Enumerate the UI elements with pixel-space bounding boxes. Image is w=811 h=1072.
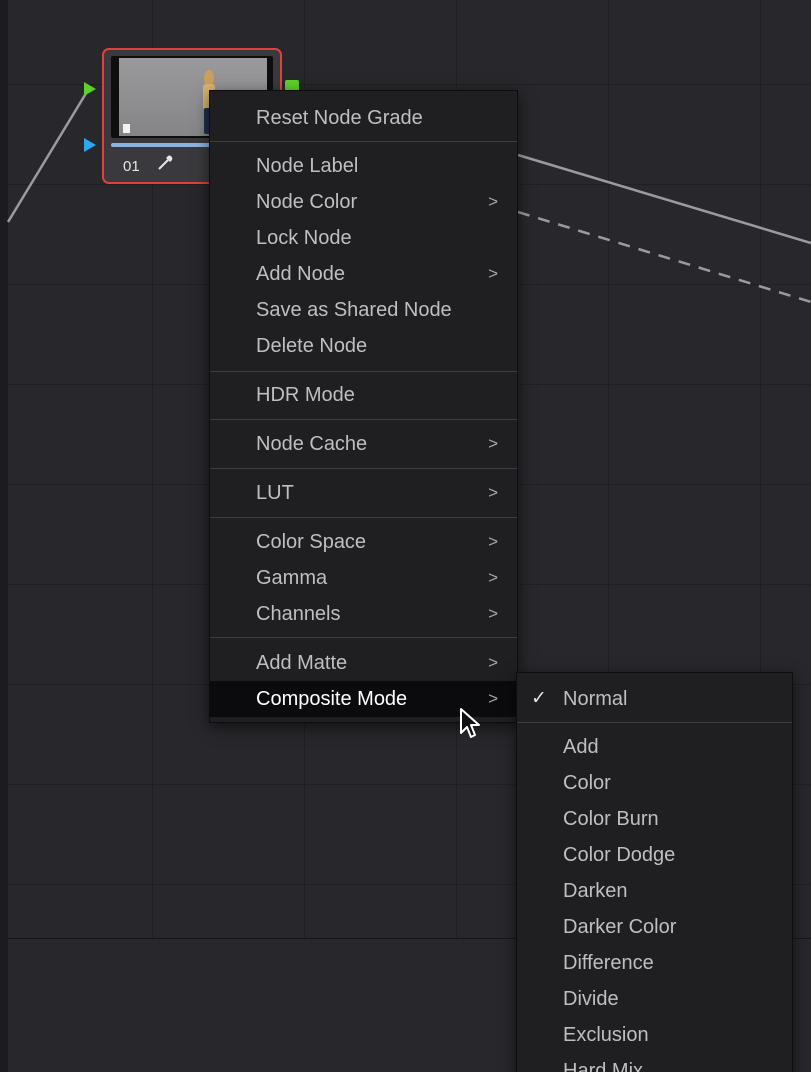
- chevron-right-icon: >: [488, 264, 498, 283]
- menu-item-label: Color Space: [256, 531, 367, 553]
- menu-item-label: Composite Mode: [256, 688, 408, 710]
- menu-divider: [210, 141, 517, 142]
- chevron-right-icon: >: [488, 604, 498, 623]
- menu-item-label: Save as Shared Node: [256, 299, 452, 321]
- node-rgb-input-port[interactable]: [84, 82, 96, 96]
- menu-item-add-matte[interactable]: Add Matte >: [210, 645, 517, 681]
- menu-item-delete-node[interactable]: Delete Node: [210, 328, 517, 364]
- submenu-item-hard-mix[interactable]: Hard Mix: [517, 1053, 792, 1072]
- menu-item-label: LUT: [256, 482, 294, 504]
- menu-item-label: Add Matte: [256, 652, 348, 674]
- chevron-right-icon: >: [488, 434, 498, 453]
- submenu-item-darker-color[interactable]: Darker Color: [517, 909, 792, 945]
- menu-item-hdr-mode[interactable]: HDR Mode: [210, 377, 517, 413]
- checkmark-icon: ✓: [531, 688, 547, 709]
- menu-item-label: Delete Node: [256, 335, 368, 357]
- stage: 01 Reset Node Grade Node Label Node Colo…: [0, 0, 811, 1072]
- submenu-item-color-burn[interactable]: Color Burn: [517, 801, 792, 837]
- submenu-item-difference[interactable]: Difference: [517, 945, 792, 981]
- chevron-right-icon: >: [488, 483, 498, 502]
- menu-item-node-cache[interactable]: Node Cache >: [210, 426, 517, 462]
- dashed-connection-line: [517, 210, 811, 304]
- submenu-item-label: Divide: [563, 988, 619, 1010]
- chevron-right-icon: >: [488, 192, 498, 211]
- submenu-item-add[interactable]: Add: [517, 729, 792, 765]
- submenu-item-color[interactable]: Color: [517, 765, 792, 801]
- menu-item-label: Reset Node Grade: [256, 107, 423, 129]
- menu-item-node-color[interactable]: Node Color >: [210, 184, 517, 220]
- menu-divider: [210, 371, 517, 372]
- menu-item-label: HDR Mode: [256, 384, 355, 406]
- chevron-right-icon: >: [488, 689, 498, 708]
- submenu-item-label: Color Burn: [563, 808, 659, 830]
- submenu-divider: [517, 722, 792, 723]
- menu-item-save-as-shared-node[interactable]: Save as Shared Node: [210, 292, 517, 328]
- menu-item-label: Node Label: [256, 155, 359, 177]
- menu-item-label: Node Cache: [256, 433, 368, 455]
- menu-divider: [210, 517, 517, 518]
- node-number: 01: [123, 158, 140, 175]
- output-connection-line: [517, 153, 811, 245]
- menu-item-color-space[interactable]: Color Space >: [210, 524, 517, 560]
- menu-item-node-label[interactable]: Node Label: [210, 148, 517, 184]
- chevron-right-icon: >: [488, 532, 498, 551]
- menu-item-label: Lock Node: [256, 227, 352, 249]
- menu-item-label: Node Color: [256, 191, 358, 213]
- menu-item-lock-node[interactable]: Lock Node: [210, 220, 517, 256]
- mouse-pointer-icon: [459, 707, 483, 746]
- submenu-item-color-dodge[interactable]: Color Dodge: [517, 837, 792, 873]
- menu-item-channels[interactable]: Channels >: [210, 596, 517, 632]
- menu-item-reset-node-grade[interactable]: Reset Node Grade: [210, 100, 517, 136]
- submenu-item-normal[interactable]: ✓ Normal: [517, 681, 792, 717]
- menu-divider: [210, 637, 517, 638]
- menu-item-add-node[interactable]: Add Node >: [210, 256, 517, 292]
- submenu-item-label: Difference: [563, 952, 654, 974]
- menu-item-label: Add Node: [256, 263, 345, 285]
- menu-item-label: Gamma: [256, 567, 328, 589]
- submenu-item-label: Color Dodge: [563, 844, 676, 866]
- node-key-input-port[interactable]: [84, 138, 96, 152]
- submenu-item-label: Exclusion: [563, 1024, 649, 1046]
- menu-divider: [210, 419, 517, 420]
- composite-mode-submenu: ✓ Normal Add Color Color Burn Color Dodg…: [516, 672, 793, 1072]
- submenu-item-label: Color: [563, 772, 611, 794]
- node-context-menu: Reset Node Grade Node Label Node Color > …: [209, 90, 518, 723]
- chevron-right-icon: >: [488, 568, 498, 587]
- chevron-right-icon: >: [488, 653, 498, 672]
- submenu-item-label: Darken: [563, 880, 628, 902]
- menu-divider: [210, 468, 517, 469]
- input-connection-line: [6, 89, 90, 223]
- submenu-item-label: Normal: [563, 688, 628, 710]
- menu-item-gamma[interactable]: Gamma >: [210, 560, 517, 596]
- submenu-item-darken[interactable]: Darken: [517, 873, 792, 909]
- eyedropper-icon[interactable]: [156, 154, 174, 177]
- submenu-item-label: Add: [563, 736, 599, 758]
- submenu-item-label: Darker Color: [563, 916, 677, 938]
- menu-item-label: Channels: [256, 603, 341, 625]
- submenu-item-label: Hard Mix: [563, 1060, 644, 1072]
- submenu-item-divide[interactable]: Divide: [517, 981, 792, 1017]
- submenu-item-exclusion[interactable]: Exclusion: [517, 1017, 792, 1053]
- menu-item-lut[interactable]: LUT >: [210, 475, 517, 511]
